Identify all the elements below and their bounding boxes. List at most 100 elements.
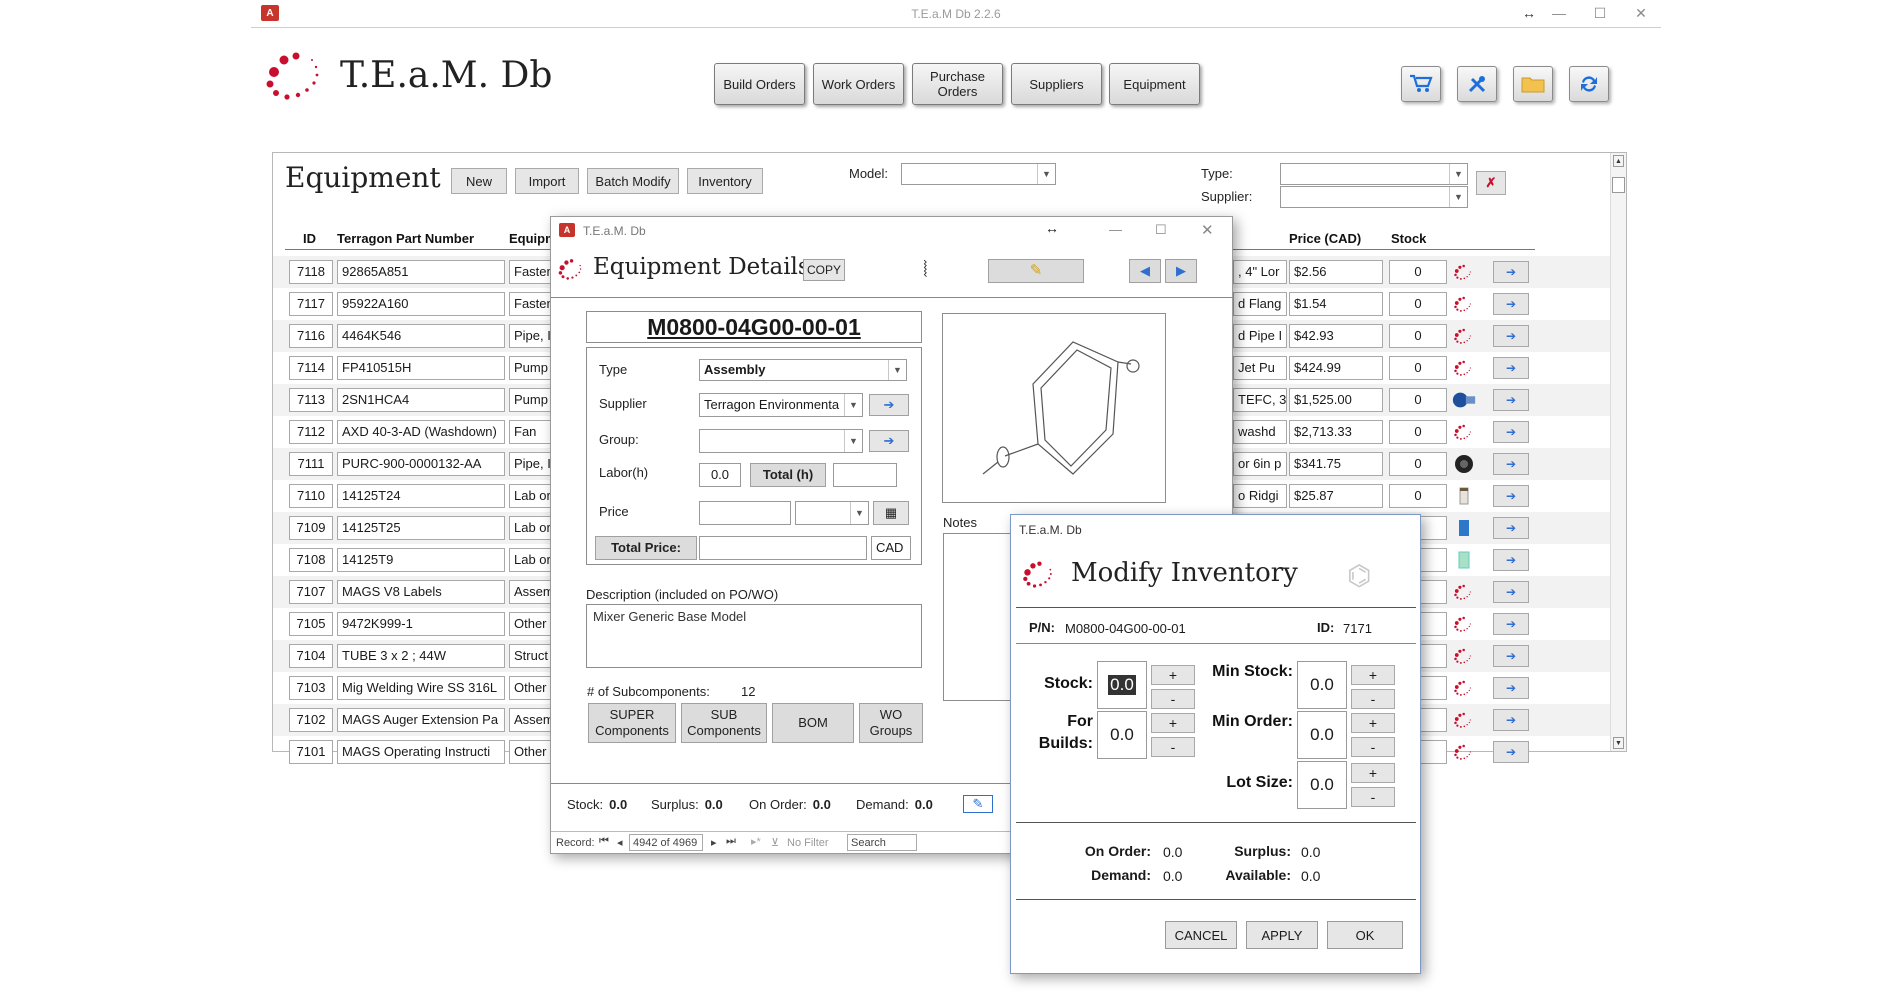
row-id[interactable]: 7103 [289,676,333,700]
refresh-button[interactable] [1569,66,1609,102]
row-price[interactable]: $2.56 [1289,260,1383,284]
row-stock[interactable]: 0 [1389,452,1447,476]
row-id[interactable]: 7104 [289,644,333,668]
open-row-button[interactable]: ➔ [1493,389,1529,411]
tools-button[interactable] [1457,66,1497,102]
row-part-number[interactable]: 92865A851 [337,260,505,284]
row-part-number[interactable]: 14125T9 [337,548,505,572]
row-id[interactable]: 7117 [289,292,333,316]
maximize-button[interactable]: ☐ [1155,222,1167,238]
copy-button[interactable]: COPY [803,259,845,281]
clear-filter-button[interactable]: ✗ [1476,171,1506,195]
for-builds-minus-button[interactable]: - [1151,737,1195,757]
no-filter-indicator[interactable]: No Filter [787,837,829,849]
row-part-number[interactable]: FP410515H [337,356,505,380]
row-description[interactable]: washd [1233,420,1287,444]
open-row-button[interactable]: ➔ [1493,325,1529,347]
type-select[interactable]: Assembly ▼ [699,359,907,381]
supplier-select[interactable]: Terragon Environmenta ▼ [699,393,863,417]
row-description[interactable]: TEFC, 3 [1233,388,1287,412]
apply-button[interactable]: APPLY [1246,921,1318,949]
row-description[interactable]: , 4" Lor [1233,260,1287,284]
stock-plus-button[interactable]: + [1151,665,1195,685]
work-orders-button[interactable]: Work Orders [813,63,904,105]
new-record-icon[interactable]: ▸* [751,835,761,848]
total-price-input[interactable] [699,536,867,560]
new-button[interactable]: New [451,168,507,194]
open-row-button[interactable]: ➔ [1493,421,1529,443]
row-price[interactable]: $1.54 [1289,292,1383,316]
import-button[interactable]: Import [515,168,579,194]
inventory-button[interactable]: Inventory [687,168,763,194]
open-row-button[interactable]: ➔ [1493,549,1529,571]
row-part-number[interactable]: PURC-900-0000132-AA [337,452,505,476]
price-input[interactable] [699,501,791,525]
row-stock[interactable]: 0 [1389,356,1447,380]
row-part-number[interactable]: MAGS V8 Labels [337,580,505,604]
attachment-icon[interactable]: ⦚ [923,257,928,283]
model-select[interactable]: ▼ [901,163,1056,185]
bom-button[interactable]: BOM [772,703,854,743]
row-price[interactable]: $1,525.00 [1289,388,1383,412]
min-order-plus-button[interactable]: + [1351,713,1395,733]
maximize-button[interactable]: ☐ [1590,5,1610,22]
row-price[interactable]: $42.93 [1289,324,1383,348]
row-stock[interactable]: 0 [1389,292,1447,316]
row-part-number[interactable]: 4464K546 [337,324,505,348]
open-row-button[interactable]: ➔ [1493,517,1529,539]
open-row-button[interactable]: ➔ [1493,741,1529,763]
row-stock[interactable]: 0 [1389,388,1447,412]
lot-size-minus-button[interactable]: - [1351,787,1395,807]
min-stock-input[interactable]: 0.0 [1297,661,1347,709]
purchase-orders-button[interactable]: Purchase Orders [912,63,1003,105]
ok-button[interactable]: OK [1327,921,1403,949]
supplier-go-button[interactable]: ➔ [869,394,909,416]
row-id[interactable]: 7109 [289,516,333,540]
vertical-scrollbar[interactable]: ▲ ▼ [1610,153,1626,751]
row-part-number[interactable]: TUBE 3 x 2 ; 44W [337,644,505,668]
next-record-button[interactable]: ▶ [1165,259,1197,283]
total-hours-button[interactable]: Total (h) [750,463,826,487]
open-row-button[interactable]: ➔ [1493,485,1529,507]
supplier-select[interactable]: ▼ [1280,186,1468,208]
open-row-button[interactable]: ➔ [1493,261,1529,283]
lot-size-input[interactable]: 0.0 [1297,761,1347,809]
open-row-button[interactable]: ➔ [1493,645,1529,667]
folder-button[interactable] [1513,66,1553,102]
row-part-number[interactable]: 14125T25 [337,516,505,540]
prev-record-button[interactable]: ◀ [1129,259,1161,283]
sub-components-button[interactable]: SUB Components [681,703,767,743]
equipment-button[interactable]: Equipment [1109,63,1200,105]
min-stock-minus-button[interactable]: - [1351,689,1395,709]
resize-icon[interactable]: ↔ [1519,5,1539,21]
row-id[interactable]: 7105 [289,612,333,636]
row-stock[interactable]: 0 [1389,324,1447,348]
last-record-icon[interactable]: ⏭ [726,835,736,848]
row-id[interactable]: 7116 [289,324,333,348]
open-row-button[interactable]: ➔ [1493,357,1529,379]
type-select[interactable]: ▼ [1280,163,1468,185]
calculator-button[interactable]: ▦ [873,501,909,525]
row-description[interactable]: d Pipe I [1233,324,1287,348]
labor-input[interactable]: 0.0 [699,463,741,487]
group-select[interactable]: ▼ [699,429,863,453]
row-part-number[interactable]: Mig Welding Wire SS 316L [337,676,505,700]
open-row-button[interactable]: ➔ [1493,709,1529,731]
currency-select[interactable]: ▼ [795,501,869,525]
super-components-button[interactable]: SUPER Components [588,703,676,743]
for-builds-plus-button[interactable]: + [1151,713,1195,733]
min-stock-plus-button[interactable]: + [1351,665,1395,685]
row-id[interactable]: 7113 [289,388,333,412]
row-part-number[interactable]: 14125T24 [337,484,505,508]
row-id[interactable]: 7114 [289,356,333,380]
row-id[interactable]: 7118 [289,260,333,284]
min-order-minus-button[interactable]: - [1351,737,1395,757]
resize-icon[interactable]: ↔ [1045,220,1059,236]
row-id[interactable]: 7102 [289,708,333,732]
record-position[interactable]: 4942 of 4969 [629,834,703,851]
first-record-icon[interactable]: ⏮ [599,835,609,848]
row-part-number[interactable]: 2SN1HCA4 [337,388,505,412]
open-row-button[interactable]: ➔ [1493,581,1529,603]
row-description[interactable]: or 6in p [1233,452,1287,476]
row-stock[interactable]: 0 [1389,420,1447,444]
